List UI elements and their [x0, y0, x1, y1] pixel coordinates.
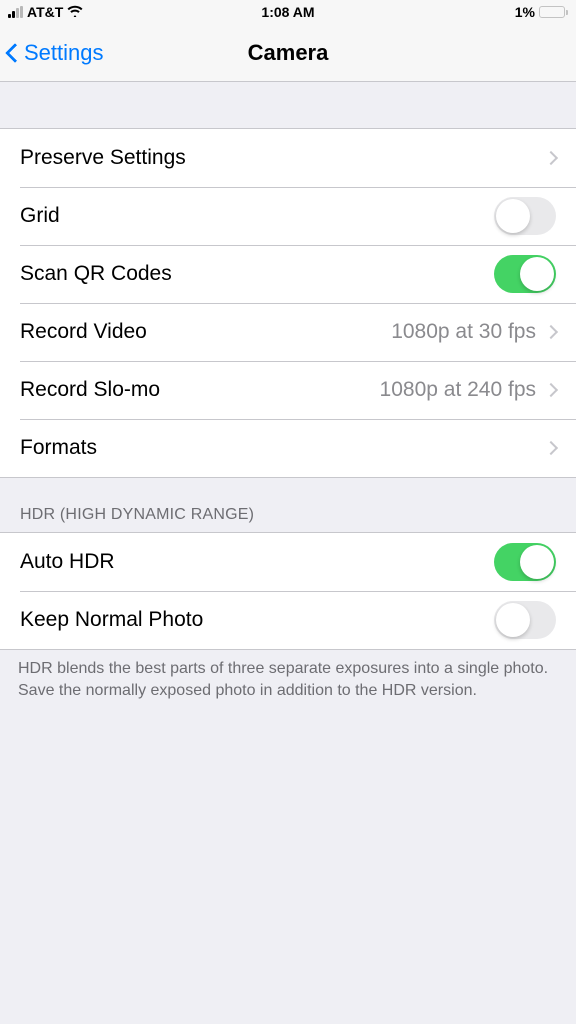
chevron-right-icon — [544, 441, 558, 455]
auto-hdr-row: Auto HDR — [0, 533, 576, 591]
hdr-section-footer: HDR blends the best parts of three separ… — [0, 650, 576, 709]
row-value: 1080p at 240 fps — [380, 378, 536, 402]
battery-icon — [539, 6, 568, 18]
row-label: Preserve Settings — [20, 146, 546, 170]
row-label: Scan QR Codes — [20, 262, 494, 286]
group-spacer — [0, 82, 576, 128]
back-button[interactable]: Settings — [8, 40, 104, 66]
keep-normal-toggle[interactable] — [494, 601, 556, 639]
preserve-settings-row[interactable]: Preserve Settings — [0, 129, 576, 187]
camera-settings-group: Preserve Settings Grid Scan QR Codes Rec… — [0, 128, 576, 478]
carrier-label: AT&T — [27, 4, 63, 20]
hdr-section-header: HDR (HIGH DYNAMIC RANGE) — [0, 478, 576, 532]
scan-qr-row: Scan QR Codes — [0, 245, 576, 303]
row-value: 1080p at 30 fps — [391, 320, 536, 344]
row-label: Record Video — [20, 320, 391, 344]
chevron-right-icon — [544, 151, 558, 165]
formats-row[interactable]: Formats — [0, 419, 576, 477]
row-label: Formats — [20, 436, 546, 460]
record-slomo-row[interactable]: Record Slo-mo 1080p at 240 fps — [0, 361, 576, 419]
row-label: Grid — [20, 204, 494, 228]
signal-icon — [8, 6, 23, 18]
chevron-left-icon — [5, 43, 25, 63]
row-label: Record Slo-mo — [20, 378, 380, 402]
nav-bar: Settings Camera — [0, 24, 576, 82]
row-label: Keep Normal Photo — [20, 608, 494, 632]
chevron-right-icon — [544, 325, 558, 339]
status-right: 1% — [515, 4, 568, 20]
back-label: Settings — [24, 40, 104, 66]
record-video-row[interactable]: Record Video 1080p at 30 fps — [0, 303, 576, 361]
battery-percent: 1% — [515, 4, 535, 20]
wifi-icon — [67, 4, 83, 20]
auto-hdr-toggle[interactable] — [494, 543, 556, 581]
keep-normal-row: Keep Normal Photo — [0, 591, 576, 649]
grid-row: Grid — [0, 187, 576, 245]
clock: 1:08 AM — [261, 4, 314, 20]
status-left: AT&T — [8, 4, 83, 20]
grid-toggle[interactable] — [494, 197, 556, 235]
scan-qr-toggle[interactable] — [494, 255, 556, 293]
row-label: Auto HDR — [20, 550, 494, 574]
page-title: Camera — [248, 40, 329, 66]
chevron-right-icon — [544, 383, 558, 397]
hdr-settings-group: Auto HDR Keep Normal Photo — [0, 532, 576, 650]
status-bar: AT&T 1:08 AM 1% — [0, 0, 576, 24]
